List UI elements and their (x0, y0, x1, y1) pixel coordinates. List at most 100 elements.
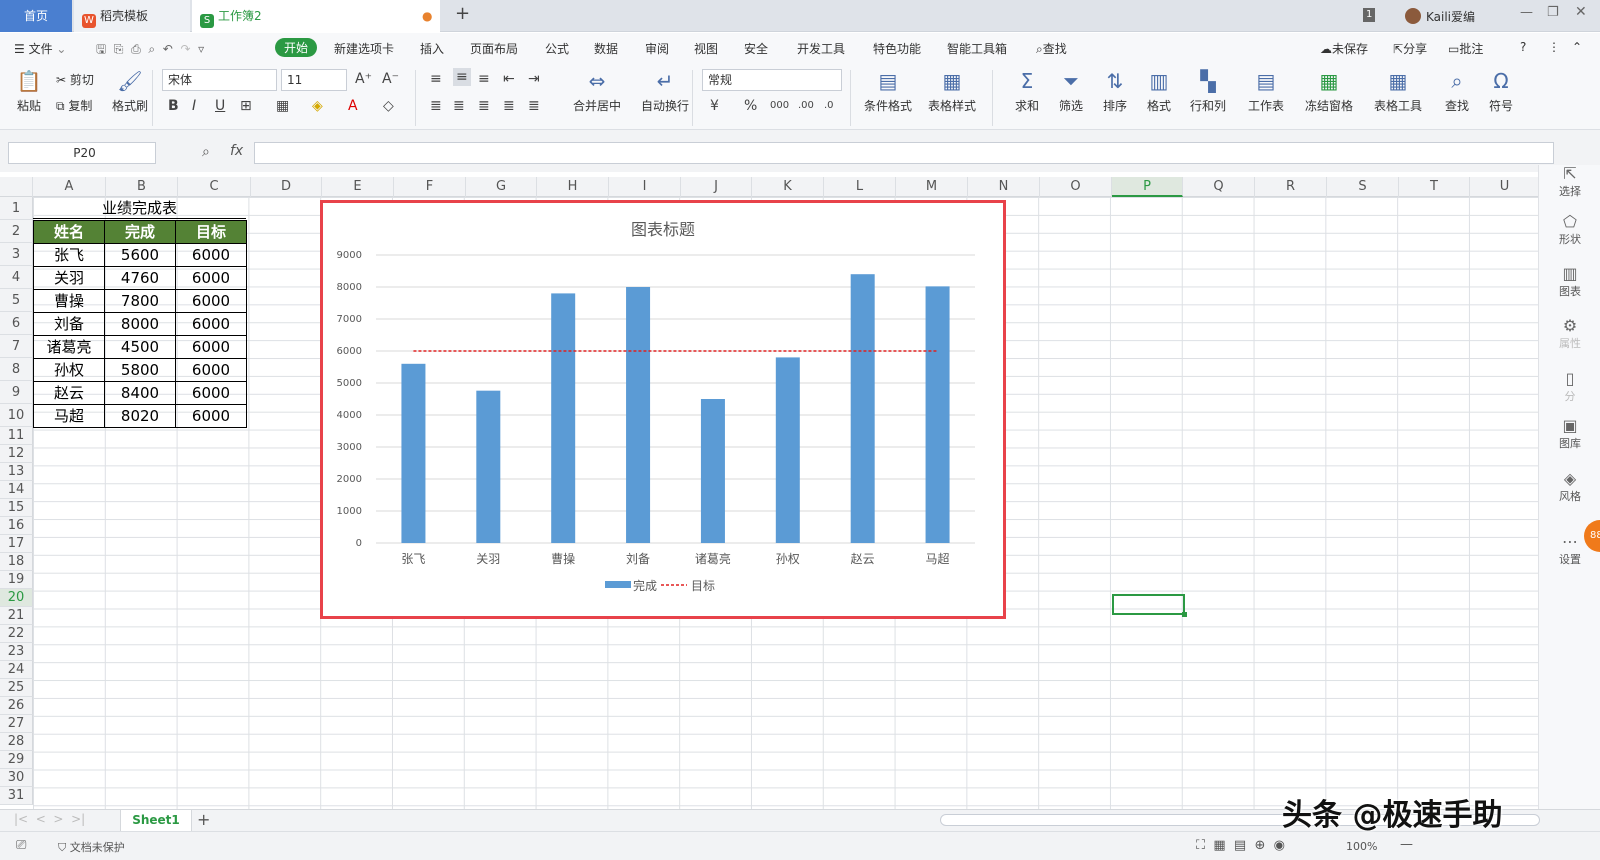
row-header-11[interactable]: 11 (0, 427, 33, 445)
bar-张飞[interactable] (401, 363, 426, 543)
close-icon[interactable]: ✕ (1575, 4, 1587, 20)
menu-search[interactable]: ⌕查找 (1036, 40, 1067, 57)
table-cell[interactable]: 刘备 (33, 312, 105, 336)
bold-icon[interactable]: B (168, 97, 179, 115)
fx-icon[interactable]: fx (230, 143, 243, 159)
cut-button[interactable]: ✂ 剪切 (56, 71, 94, 88)
chart-title[interactable]: 图表标题 (631, 220, 695, 239)
table-cell[interactable]: 5800 (104, 358, 176, 382)
outdent-icon[interactable]: ⇥ (528, 70, 540, 88)
menu-start[interactable]: 开始 (275, 38, 318, 57)
export-icon[interactable]: ⎘ (114, 42, 124, 56)
row-header-14[interactable]: 14 (0, 481, 33, 499)
column-header-K[interactable]: K (752, 177, 824, 197)
print-icon[interactable]: ⎙ (131, 42, 141, 56)
row-header-13[interactable]: 13 (0, 463, 33, 481)
view-mode-icons[interactable]: ⛶ ▦ ▤ ⊕ ◉ (1196, 838, 1285, 853)
help-icon[interactable]: ? (1520, 40, 1526, 54)
name-box[interactable]: P20 (8, 142, 156, 164)
row-header-12[interactable]: 12 (0, 445, 33, 463)
row-header-19[interactable]: 19 (0, 571, 33, 589)
row-header-21[interactable]: 21 (0, 607, 33, 625)
symbol-button[interactable]: Ω 符号 (1484, 69, 1518, 114)
save-icon[interactable]: 🖫 (96, 42, 106, 56)
paste-button[interactable]: 📋 粘贴 (12, 69, 46, 114)
merge-center-button[interactable]: ⇔ 合并居中 (568, 69, 626, 114)
bar-诸葛亮[interactable] (700, 399, 725, 543)
column-header-J[interactable]: J (681, 177, 752, 197)
redo-icon[interactable]: ↷ (180, 42, 190, 56)
row-col-button[interactable]: ▚ 行和列 (1186, 69, 1230, 114)
zoom-out-icon[interactable]: — (1400, 837, 1413, 852)
row-header-4[interactable]: 4 (0, 266, 33, 289)
table-cell[interactable]: 4760 (104, 266, 176, 290)
menu-security[interactable]: 安全 (744, 40, 768, 57)
column-header-R[interactable]: R (1255, 177, 1327, 197)
restore-icon[interactable]: ❐ (1547, 5, 1559, 20)
bar-赵云[interactable] (850, 274, 875, 543)
page-indicator[interactable]: 1 (1363, 8, 1376, 22)
row-header-31[interactable]: 31 (0, 787, 33, 805)
italic-icon[interactable]: I (192, 97, 196, 115)
number-format-select[interactable]: 常规 (702, 69, 842, 91)
sheet-nav-icons[interactable]: |< < > >| (14, 812, 85, 826)
table-title[interactable]: 业绩完成表 (33, 197, 246, 219)
align-bottom-icon[interactable]: ≡ (478, 70, 490, 88)
macro-icon[interactable]: ⎚ (16, 838, 26, 853)
row-header-2[interactable]: 2 (0, 220, 33, 243)
tab-doc-template[interactable]: W 稻壳模板 (74, 0, 190, 32)
table-header-cell[interactable]: 目标 (175, 220, 247, 244)
increase-decimal-icon[interactable]: .00 (798, 97, 814, 115)
panel-item-5[interactable]: ▣ 图库 (1539, 417, 1600, 451)
row-header-8[interactable]: 8 (0, 358, 33, 381)
sheet-tab-sheet1[interactable]: Sheet1 (120, 810, 192, 832)
align-center-icon[interactable]: ≣ (453, 97, 465, 115)
conditional-format-button[interactable]: ▤ 条件格式 (860, 69, 916, 114)
filter-button[interactable]: ⏷ 筛选 (1054, 69, 1088, 114)
new-tab-button[interactable]: + (455, 3, 470, 24)
copy-button[interactable]: ⧉ 复制 (56, 97, 92, 114)
row-header-20[interactable]: 20 (0, 589, 33, 607)
indent-icon[interactable]: ⇤ (503, 70, 515, 88)
doc-protect-status[interactable]: ⛉ 文档未保护 (58, 839, 125, 855)
sort-button[interactable]: ⇅ 排序 (1098, 69, 1132, 114)
fill-color-icon[interactable]: ◈ (312, 97, 323, 115)
menu-view[interactable]: 视图 (694, 40, 718, 57)
table-cell[interactable]: 张飞 (33, 243, 105, 267)
table-cell[interactable]: 8400 (104, 381, 176, 405)
table-cell[interactable]: 6000 (175, 289, 247, 313)
wrap-text-button[interactable]: ↵ 自动换行 (636, 69, 694, 114)
tab-home[interactable]: 首页 (0, 0, 72, 32)
more-icon[interactable]: ▿ (198, 42, 204, 56)
menu-developer[interactable]: 开发工具 (797, 40, 845, 57)
more-options-icon[interactable]: ⋮ (1548, 40, 1560, 54)
format-button[interactable]: ▥ 格式 (1142, 69, 1176, 114)
percent-icon[interactable]: % (744, 97, 757, 115)
panel-item-1[interactable]: ⬠ 形状 (1539, 213, 1600, 247)
bar-刘备[interactable] (626, 287, 651, 543)
font-grow-icon[interactable]: A⁺ (355, 70, 372, 88)
row-header-16[interactable]: 16 (0, 517, 33, 535)
table-cell[interactable]: 赵云 (33, 381, 105, 405)
font-size-select[interactable]: 11 (281, 69, 347, 91)
table-cell[interactable]: 6000 (175, 381, 247, 405)
table-cell[interactable]: 诸葛亮 (33, 335, 105, 359)
row-header-17[interactable]: 17 (0, 535, 33, 553)
column-header-U[interactable]: U (1470, 177, 1540, 197)
menu-new-tab[interactable]: 新建选项卡 (334, 40, 394, 57)
row-header-5[interactable]: 5 (0, 289, 33, 312)
table-cell[interactable]: 关羽 (33, 266, 105, 290)
add-sheet-button[interactable]: + (197, 810, 210, 829)
column-header-O[interactable]: O (1040, 177, 1112, 197)
row-header-6[interactable]: 6 (0, 312, 33, 335)
zoom-formula-icon[interactable]: ⌕ (202, 144, 210, 160)
column-header-B[interactable]: B (106, 177, 178, 197)
share-button[interactable]: ⇱分享 (1393, 40, 1427, 57)
column-header-S[interactable]: S (1327, 177, 1399, 197)
justify-icon[interactable]: ≣ (503, 97, 515, 115)
table-cell[interactable]: 6000 (175, 312, 247, 336)
align-top-icon[interactable]: ≡ (430, 70, 442, 88)
table-cell[interactable]: 曹操 (33, 289, 105, 313)
freeze-panes-button[interactable]: ▦ 冻结窗格 (1300, 69, 1358, 114)
thousands-icon[interactable]: 000 (770, 97, 789, 115)
